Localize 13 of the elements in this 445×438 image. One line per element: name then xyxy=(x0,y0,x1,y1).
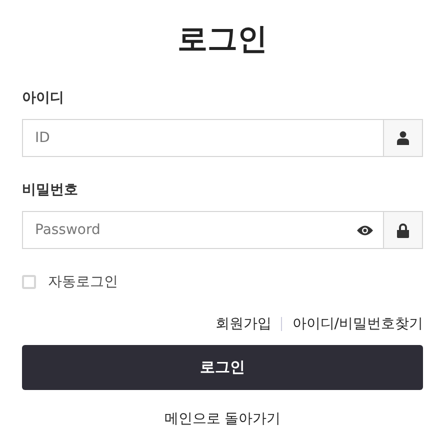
back-link[interactable]: 메인으로 돌아가기 xyxy=(164,410,281,428)
checkbox[interactable] xyxy=(22,275,36,289)
field-label: 비밀번호 xyxy=(22,181,79,200)
page-title: 로그인 xyxy=(176,21,268,59)
lock-icon xyxy=(397,222,409,238)
user-icon xyxy=(397,131,409,145)
eye-icon[interactable] xyxy=(357,224,373,236)
link[interactable]: 아이디/비밀번호찾기 xyxy=(292,315,423,333)
password-field[interactable]: Password xyxy=(22,211,423,249)
checkbox-label: 자동로그인 xyxy=(48,273,118,291)
login-button[interactable]: 로그인 xyxy=(22,345,423,390)
link[interactable]: 회원가입 xyxy=(215,315,272,333)
field-label: 아이디 xyxy=(22,89,65,108)
